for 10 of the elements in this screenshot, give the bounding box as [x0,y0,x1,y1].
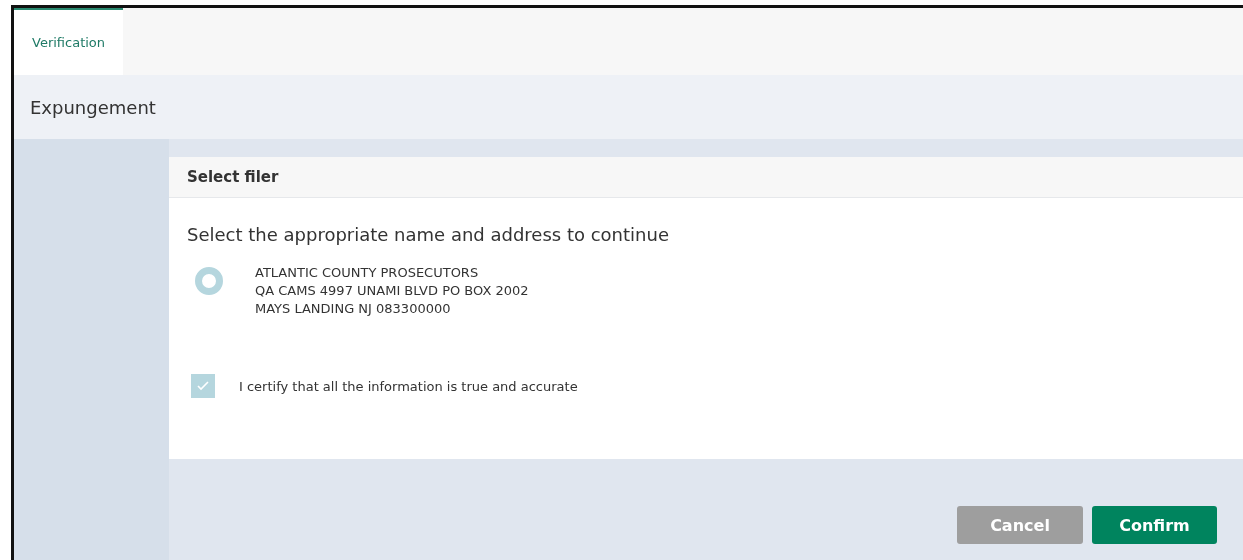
cancel-button[interactable]: Cancel [957,506,1083,544]
prompt-text: Select the appropriate name and address to continue [187,224,670,245]
address-line: QA CAMS 4997 UNAMI BLVD PO BOX 2002 [255,283,529,298]
checkbox-label: I certify that all the information is true and accurate [239,378,578,394]
tab[interactable]: Verification [14,8,124,75]
address-line: MAYS LANDING NJ 083300000 [255,301,452,316]
address-line: ATLANTIC COUNTY PROSECUTORS [255,265,480,280]
page-title: Expungement [30,96,156,118]
confirm-button[interactable]: Confirm [1092,506,1217,544]
card-title: Select filer [187,168,279,186]
